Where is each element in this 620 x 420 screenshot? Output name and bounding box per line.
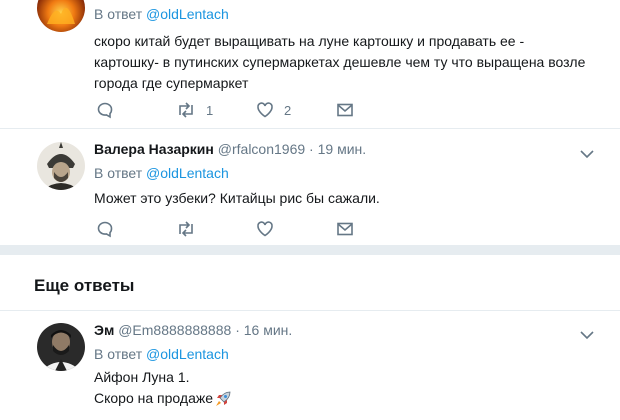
reply-to-link[interactable]: @oldLentach — [146, 6, 229, 22]
tweet-header: Валера Назаркин @rfalcon1969 · 19 мин. — [94, 140, 598, 158]
dot-separator: · — [235, 322, 240, 338]
tweet-header: Эм @Em8888888888 · 16 мин. — [94, 321, 598, 339]
author-handle[interactable]: @rfalcon1969 — [218, 141, 305, 157]
like-count: 2 — [284, 102, 292, 118]
tweet-3[interactable]: Эм @Em8888888888 · 16 мин. В ответ @oldL… — [0, 311, 620, 420]
reply-button[interactable] — [96, 100, 114, 120]
fire-avatar-icon — [37, 0, 85, 32]
direct-message-button[interactable] — [336, 100, 354, 120]
reply-to-link[interactable]: @oldLentach — [146, 165, 229, 181]
dot-separator: · — [309, 141, 314, 157]
tweet-text-line-2: Скоро на продаже — [94, 388, 598, 409]
tweet-text-line: Скоро на продаже — [94, 390, 213, 406]
author-name[interactable]: Валера Назаркин — [94, 141, 214, 157]
tweet-1[interactable]: В ответ @oldLentach скоро китай будет вы… — [0, 0, 620, 128]
avatar[interactable] — [37, 0, 85, 32]
reply-to-link[interactable]: @oldLentach — [146, 346, 229, 362]
reply-context: В ответ @oldLentach — [94, 164, 598, 182]
more-replies-heading: Еще ответы — [34, 276, 135, 295]
author-handle[interactable]: @Em8888888888 — [118, 322, 231, 338]
tweet-text: скоро китай будет выращивать на луне кар… — [94, 31, 598, 94]
tweet-2[interactable]: Валера Назаркин @rfalcon1969 · 19 мин. В… — [0, 129, 620, 245]
tweet-text-line: города где супермаркет — [94, 75, 249, 91]
like-button[interactable]: 2 — [256, 100, 291, 120]
mail-icon — [337, 222, 353, 236]
warrior-avatar-icon — [37, 142, 85, 190]
retweet-icon — [179, 221, 193, 237]
reply-icon — [97, 102, 113, 119]
author-name[interactable]: Эм — [94, 322, 114, 338]
reply-prefix: В ответ — [94, 346, 143, 362]
person-avatar-icon — [37, 323, 85, 371]
retweet-button[interactable]: 1 — [176, 100, 213, 120]
avatar[interactable] — [37, 142, 85, 190]
mail-icon — [337, 103, 353, 117]
tweet-text: Айфон Луна 1. Скоро на продаже — [94, 367, 598, 409]
tweet-text-line: Айфон Луна 1. — [94, 369, 190, 385]
reply-context: В ответ @oldLentach — [94, 345, 598, 363]
reply-context: В ответ @oldLentach — [94, 5, 598, 23]
reply-prefix: В ответ — [94, 6, 143, 22]
retweet-button[interactable] — [176, 219, 196, 239]
like-button[interactable] — [256, 219, 274, 239]
timestamp[interactable]: 16 мин. — [244, 322, 293, 338]
direct-message-button[interactable] — [336, 219, 354, 239]
heart-icon — [257, 221, 273, 237]
retweet-icon — [179, 102, 193, 118]
retweet-count: 1 — [206, 102, 214, 118]
section-gap — [0, 245, 620, 255]
timestamp[interactable]: 19 мин. — [318, 141, 367, 157]
reply-prefix: В ответ — [94, 165, 143, 181]
tweet-text-line: скоро китай будет выращивать на луне кар… — [94, 33, 525, 49]
tweet-text: Может это узбеки? Китайцы рис бы сажали. — [94, 188, 598, 209]
reply-icon — [97, 221, 113, 238]
rocket-icon — [216, 391, 231, 406]
tweet-text-line: Может это узбеки? Китайцы рис бы сажали. — [94, 190, 380, 206]
reply-button[interactable] — [96, 219, 114, 239]
tweet-text-line: картошку- в путинских супермаркетах деше… — [94, 54, 586, 70]
avatar[interactable] — [37, 323, 85, 371]
heart-icon — [257, 102, 273, 118]
